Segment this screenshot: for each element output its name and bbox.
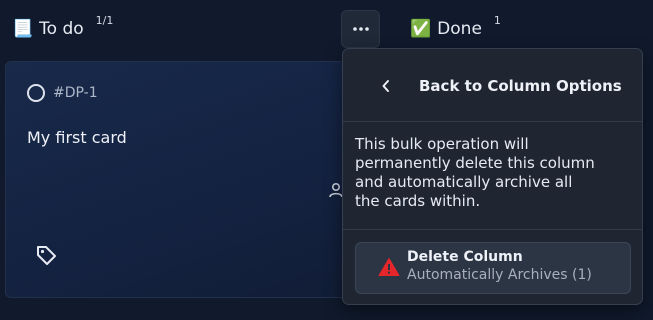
card-id-row: #DP-1 (27, 84, 98, 102)
more-horizontal-icon (352, 27, 369, 31)
circle-outline-icon[interactable] (27, 84, 45, 102)
divider (343, 229, 642, 230)
column-header-todo: 📃 To do 1/1 (12, 0, 113, 58)
tag-icon[interactable] (35, 244, 57, 270)
delete-column-button[interactable]: Delete Column Automatically Archives (1) (355, 242, 631, 294)
back-label: Back to Column Options (419, 77, 622, 95)
column-count: 1/1 (95, 13, 114, 27)
column-title: Done (437, 19, 482, 39)
card[interactable]: #DP-1 My first card (5, 61, 365, 298)
bulk-operation-description: This bulk operation will permanently del… (355, 135, 595, 210)
column-options-popover: Back to Column Options This bulk operati… (342, 48, 643, 305)
card-title: My first card (27, 128, 127, 147)
column-options-button[interactable] (341, 10, 380, 48)
check-mark-icon: ✅ (410, 18, 432, 39)
column-title: To do (39, 19, 84, 39)
delete-column-sublabel: Automatically Archives (1) (407, 267, 592, 283)
chevron-left-icon (381, 78, 391, 97)
memo-icon: 📃 (12, 18, 34, 39)
column-count: 1 (493, 13, 501, 27)
back-to-column-options-button[interactable]: Back to Column Options (343, 49, 642, 122)
card-id: #DP-1 (53, 85, 98, 101)
warning-icon (378, 257, 400, 281)
delete-column-label: Delete Column (407, 249, 523, 265)
